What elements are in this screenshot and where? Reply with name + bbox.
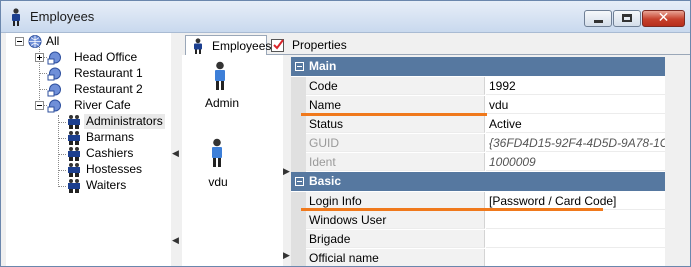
collapse-icon[interactable] bbox=[295, 177, 304, 186]
tree-node-waiters[interactable]: Waiters bbox=[6, 178, 166, 193]
employees-window: Employees ✕ All Head Office Restaurant 1… bbox=[0, 0, 691, 267]
property-row-guid: GUID {36FD4D15-92F4-4D5D-9A78-1C04 bbox=[291, 134, 665, 153]
group-icon bbox=[47, 99, 61, 113]
chevron-right-icon[interactable]: ▶ bbox=[283, 251, 290, 261]
group-icon bbox=[47, 83, 61, 97]
property-value[interactable]: Active bbox=[486, 115, 665, 133]
property-value[interactable] bbox=[486, 230, 665, 248]
employee-list[interactable]: Admin vdu bbox=[182, 55, 284, 266]
property-name: Brigade bbox=[306, 230, 485, 248]
property-row-ident: Ident 1000009 bbox=[291, 153, 665, 172]
tree-node-label: Head Office bbox=[74, 50, 138, 64]
window-title: Employees bbox=[30, 9, 95, 24]
group-icon bbox=[47, 67, 61, 81]
property-name: Ident bbox=[306, 153, 485, 171]
people-icon bbox=[68, 131, 80, 145]
group-icon bbox=[47, 51, 61, 65]
tree-node-restaurant-1[interactable]: Restaurant 1 bbox=[6, 66, 166, 81]
tree-node-hostesses[interactable]: Hostesses bbox=[6, 162, 166, 177]
property-name: Official name bbox=[306, 249, 485, 266]
tree-node-restaurant-2[interactable]: Restaurant 2 bbox=[6, 82, 166, 97]
category-basic[interactable]: Basic bbox=[291, 172, 665, 191]
tree-node-cashiers[interactable]: Cashiers bbox=[6, 146, 166, 161]
tree-node-label: Barmans bbox=[86, 130, 135, 144]
person-icon bbox=[12, 8, 20, 26]
tree-node-label: Cashiers bbox=[86, 146, 134, 160]
property-value[interactable] bbox=[486, 249, 665, 266]
tab-properties[interactable]: Properties bbox=[267, 35, 349, 55]
property-value[interactable] bbox=[486, 211, 665, 229]
tree-node-label: Restaurant 2 bbox=[74, 82, 143, 96]
property-row-windows-user[interactable]: Windows User bbox=[291, 211, 665, 230]
chevron-left-icon[interactable]: ◀ bbox=[172, 149, 179, 159]
property-name: GUID bbox=[306, 134, 485, 152]
employee-item-vdu[interactable]: vdu bbox=[182, 138, 262, 189]
property-row-brigade[interactable]: Brigade bbox=[291, 230, 665, 249]
maximize-button[interactable] bbox=[613, 10, 641, 27]
tab-label: Employees bbox=[212, 39, 272, 53]
person-icon bbox=[215, 61, 225, 90]
properties-icon bbox=[271, 39, 284, 52]
group-tree[interactable]: All Head Office Restaurant 1 Restaurant … bbox=[6, 33, 172, 266]
property-grid: Main Code 1992 Name vdu Status Active GU… bbox=[291, 57, 690, 266]
tree-node-label: River Cafe bbox=[74, 98, 131, 112]
property-row-code[interactable]: Code 1992 bbox=[291, 77, 665, 96]
tree-node-all[interactable]: All bbox=[6, 34, 166, 49]
category-label: Basic bbox=[309, 174, 342, 188]
people-icon bbox=[68, 147, 80, 161]
maximize-icon bbox=[622, 14, 632, 22]
minimize-icon bbox=[594, 20, 603, 23]
list-splitter[interactable]: ▶ ▶ bbox=[283, 55, 291, 266]
tree-node-head-office[interactable]: Head Office bbox=[6, 50, 166, 65]
property-value[interactable]: 1992 bbox=[486, 77, 665, 95]
collapse-icon[interactable] bbox=[15, 37, 24, 46]
highlight-underline bbox=[301, 208, 603, 211]
employee-item-admin[interactable]: Admin bbox=[182, 61, 262, 111]
property-value: {36FD4D15-92F4-4D5D-9A78-1C04 bbox=[486, 134, 665, 152]
property-row-official-name[interactable]: Official name bbox=[291, 249, 665, 266]
property-row-status[interactable]: Status Active bbox=[291, 115, 665, 134]
employee-name: vdu bbox=[208, 175, 228, 189]
property-name: Name bbox=[306, 96, 485, 114]
people-icon bbox=[68, 179, 80, 193]
title-bar: Employees ✕ bbox=[1, 1, 690, 33]
category-label: Main bbox=[309, 59, 337, 73]
close-icon: ✕ bbox=[657, 10, 670, 26]
chevron-right-icon[interactable]: ▶ bbox=[283, 167, 290, 177]
collapse-icon[interactable] bbox=[295, 62, 304, 71]
tree-node-administrators[interactable]: Administrators bbox=[6, 114, 166, 129]
tree-node-label: Administrators bbox=[84, 114, 165, 129]
property-value: 1000009 bbox=[486, 153, 665, 171]
people-icon bbox=[68, 115, 80, 129]
chevron-left-icon[interactable]: ◀ bbox=[172, 236, 179, 246]
people-icon bbox=[68, 163, 80, 177]
tree-node-label: Restaurant 1 bbox=[74, 66, 143, 80]
property-value[interactable]: vdu bbox=[486, 96, 665, 114]
property-name: Status bbox=[306, 115, 485, 133]
property-name: Code bbox=[306, 77, 485, 95]
vertical-scrollbar[interactable] bbox=[665, 57, 690, 266]
minimize-button[interactable] bbox=[584, 10, 612, 27]
close-button[interactable]: ✕ bbox=[642, 10, 685, 27]
expand-icon[interactable] bbox=[35, 53, 44, 62]
tree-node-barmans[interactable]: Barmans bbox=[6, 130, 166, 145]
person-icon bbox=[194, 38, 202, 54]
highlight-underline bbox=[301, 113, 485, 116]
collapse-icon[interactable] bbox=[35, 101, 44, 110]
tree-splitter[interactable]: ◀ ◀ bbox=[171, 33, 181, 266]
tab-employees[interactable]: Employees bbox=[185, 35, 271, 55]
tree-node-label: Hostesses bbox=[86, 162, 143, 176]
highlight-underline bbox=[469, 113, 487, 116]
person-icon bbox=[212, 138, 222, 167]
tab-label: Properties bbox=[292, 38, 347, 52]
property-name: Windows User bbox=[306, 211, 485, 229]
globe-icon bbox=[28, 35, 42, 48]
employee-name: Admin bbox=[204, 96, 239, 110]
tree-node-label: Waiters bbox=[86, 178, 127, 192]
category-main[interactable]: Main bbox=[291, 57, 665, 76]
tree-node-river-cafe[interactable]: River Cafe bbox=[6, 98, 166, 113]
tree-node-label: All bbox=[46, 34, 60, 48]
